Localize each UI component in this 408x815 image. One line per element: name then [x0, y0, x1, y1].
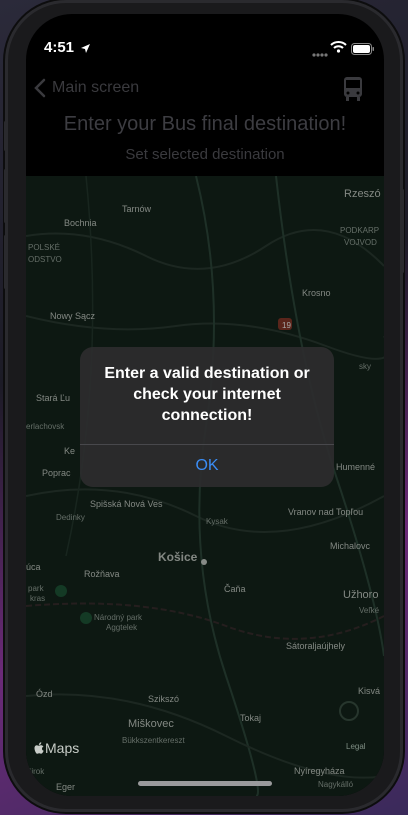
apple-logo-icon [34, 741, 44, 754]
status-bar: 4:51 [26, 14, 384, 62]
legal-link[interactable]: Legal [346, 742, 366, 751]
chevron-left-icon [34, 78, 46, 98]
alert-ok-button[interactable]: OK [80, 445, 334, 487]
status-time: 4:51 [44, 39, 75, 56]
location-arrow-icon [80, 41, 91, 59]
maps-logo-label: Maps [45, 740, 80, 756]
maps-attribution[interactable]: Maps [34, 740, 79, 756]
alert-message: Enter a valid destination or check your … [104, 365, 310, 424]
back-button-label: Main screen [52, 79, 140, 96]
cellular-signal-icon [312, 45, 328, 63]
back-button[interactable]: Main screen [34, 78, 139, 98]
mute-switch [4, 121, 7, 151]
page-title: Enter your Bus final destination! [63, 113, 347, 135]
volume-down-button [4, 235, 7, 289]
error-alert: Enter a valid destination or check your … [80, 347, 334, 487]
screen: 4:51 Main screen Enter your Bus final de… [26, 14, 384, 796]
battery-icon [351, 42, 375, 60]
volume-up-button [4, 169, 7, 223]
bus-icon[interactable] [342, 76, 364, 107]
side-button [401, 189, 404, 273]
wifi-icon [330, 40, 347, 58]
home-indicator[interactable] [138, 781, 272, 786]
page-subtitle[interactable]: Set selected destination [26, 146, 384, 163]
